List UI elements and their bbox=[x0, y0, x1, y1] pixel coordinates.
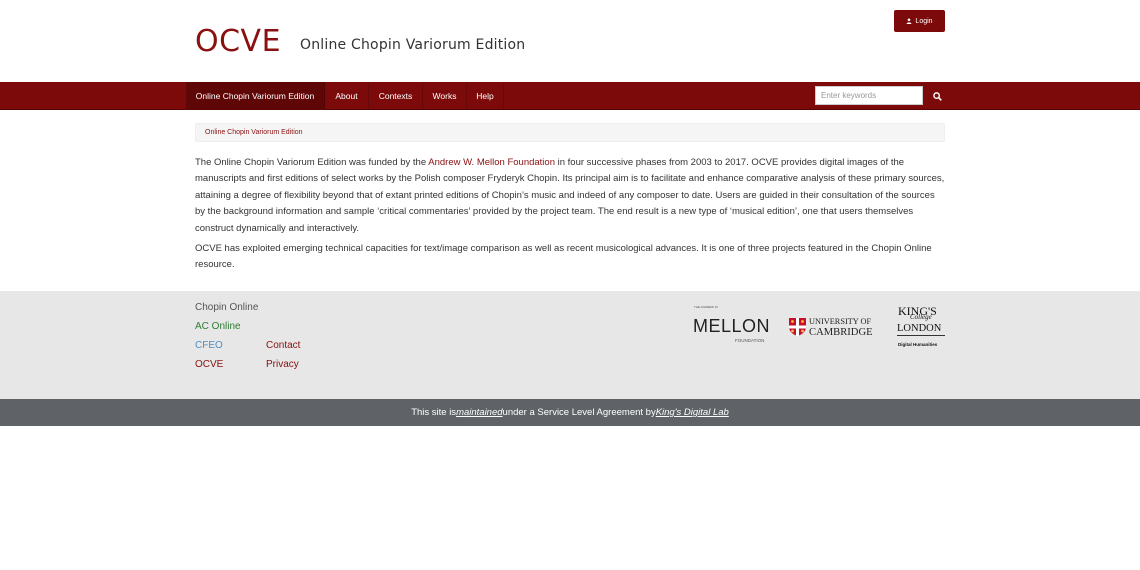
maintained-link[interactable]: maintained bbox=[456, 407, 502, 418]
mellon-big-text: MELLON bbox=[693, 316, 771, 336]
footer-link-ac-online[interactable]: AC Online bbox=[195, 321, 241, 332]
nav-item-about[interactable]: About bbox=[325, 82, 369, 110]
site-subtitle: Online Chopin Variorum Edition bbox=[300, 37, 526, 53]
intro-paragraph-1: The Online Chopin Variorum Edition was f… bbox=[195, 155, 947, 237]
mellon-foundation-text: FOUNDATION bbox=[735, 338, 765, 343]
site-logo[interactable]: OCVE bbox=[195, 24, 281, 59]
nav-item-home[interactable]: Online Chopin Variorum Edition bbox=[186, 82, 325, 110]
footer-link-ocve[interactable]: OCVE bbox=[195, 359, 223, 370]
main-navbar: Online Chopin Variorum Edition About Con… bbox=[0, 82, 1140, 110]
cambridge-logo[interactable]: UNIVERSITY OF CAMBRIDGE bbox=[789, 316, 885, 338]
site-header: OCVE Online Chopin Variorum Edition Logi… bbox=[0, 0, 1140, 82]
kings-digital-lab-link[interactable]: King's Digital Lab bbox=[656, 407, 729, 418]
breadcrumb: Online Chopin Variorum Edition bbox=[195, 123, 945, 142]
login-button[interactable]: Login bbox=[894, 10, 945, 32]
user-icon bbox=[907, 18, 912, 24]
intro-text-1a: The Online Chopin Variorum Edition was f… bbox=[195, 157, 429, 168]
bottombar-text-1: This site is bbox=[411, 407, 457, 418]
bottombar-text-2: under a Service Level Agreement by bbox=[502, 407, 656, 418]
mellon-foundation-logo[interactable]: THE ANDREW W. MELLON FOUNDATION bbox=[693, 304, 777, 348]
intro-paragraph-2: OCVE has exploited emerging technical ca… bbox=[195, 243, 932, 271]
footer-link-cfeo[interactable]: CFEO bbox=[195, 340, 223, 351]
footer-link-contact[interactable]: Contact bbox=[266, 340, 300, 351]
intro-text-1b: in four successive phases from 2003 to 2… bbox=[195, 157, 945, 234]
cambridge-line-1: UNIVERSITY OF bbox=[809, 317, 872, 326]
nav-item-contexts[interactable]: Contexts bbox=[369, 82, 423, 110]
maintenance-bar: This site is maintained under a Service … bbox=[0, 399, 1140, 426]
footer-link-privacy[interactable]: Privacy bbox=[266, 359, 299, 370]
footer-title: Chopin Online bbox=[195, 302, 259, 313]
search-icon bbox=[932, 91, 942, 101]
nav-item-works[interactable]: Works bbox=[423, 82, 467, 110]
login-label: Login bbox=[915, 17, 933, 25]
breadcrumb-current[interactable]: Online Chopin Variorum Edition bbox=[205, 129, 303, 136]
kings-divider bbox=[897, 335, 945, 336]
nav-item-help[interactable]: Help bbox=[467, 82, 504, 110]
mellon-foundation-link[interactable]: Andrew W. Mellon Foundation bbox=[428, 157, 555, 168]
kings-college-logo[interactable]: KING'S College LONDON Digital Humanities bbox=[897, 304, 947, 352]
search-input[interactable] bbox=[815, 86, 923, 105]
kings-line-2: College bbox=[910, 313, 932, 321]
intro-content: The Online Chopin Variorum Edition was f… bbox=[195, 155, 947, 278]
search-button[interactable] bbox=[928, 87, 946, 105]
kings-digital-humanities: Digital Humanities bbox=[898, 342, 938, 347]
site-footer: Chopin Online AC Online CFEO OCVE Contac… bbox=[0, 291, 1140, 399]
kings-line-3: LONDON bbox=[897, 323, 942, 334]
cambridge-line-2: CAMBRIDGE bbox=[809, 327, 873, 338]
mellon-small-text: THE ANDREW W. bbox=[694, 305, 719, 309]
cambridge-shield-icon bbox=[789, 318, 806, 336]
